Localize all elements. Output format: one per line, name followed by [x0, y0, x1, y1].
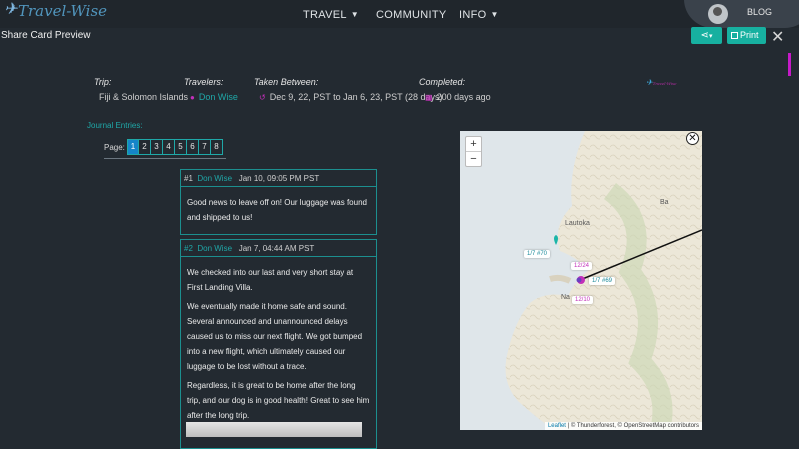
trip-label: Trip: [94, 77, 112, 87]
journal-entry: #1 Don Wise Jan 10, 09:05 PM PST Good ne… [180, 169, 377, 235]
nav-blog[interactable]: BLOG [747, 7, 772, 17]
entry-header: #1 Don Wise Jan 10, 09:05 PM PST [181, 170, 376, 187]
page-button[interactable]: 6 [187, 139, 199, 155]
plane-icon: ✈ [646, 78, 653, 87]
map-marker-label[interactable]: 12/24 [571, 262, 593, 270]
plane-icon: ✈ [4, 0, 18, 18]
pagination: 1 2 3 4 5 6 7 8 [127, 139, 223, 155]
user-icon: ● [190, 93, 195, 102]
map-marker-label[interactable]: 1/7 #69 [589, 277, 616, 285]
entry-body: We checked into our last and very short … [187, 268, 370, 420]
leaflet-link[interactable]: Leaflet [548, 423, 566, 429]
place-label: Ba [660, 199, 669, 206]
modal-title: Share Card Preview [1, 30, 91, 41]
close-icon[interactable]: ✕ [771, 27, 784, 47]
page-button[interactable]: 3 [151, 139, 163, 155]
entry-author[interactable]: Don Wise [197, 244, 232, 253]
page-label: Page: [104, 143, 125, 152]
trip-value: Fiji & Solomon Islands [99, 92, 189, 102]
nav-info[interactable]: INFO ▼ [459, 9, 499, 21]
brand-logo[interactable]: ✈ Travel-Wise [4, 0, 107, 20]
entry-body: Good news to leave off on! Our luggage w… [187, 198, 367, 222]
zoom-out-button[interactable]: − [466, 152, 481, 167]
map-close-icon[interactable]: ✕ [686, 132, 699, 145]
travelers-label: Travelers: [184, 77, 224, 87]
completed-value: ▦ 200 days ago [425, 92, 491, 102]
entry-author[interactable]: Don Wise [197, 174, 232, 183]
avatar[interactable] [708, 4, 728, 24]
profile-area [684, 0, 799, 28]
place-label: Lautoka [565, 220, 590, 227]
page-button[interactable]: 2 [139, 139, 151, 155]
trip-map[interactable]: Lautoka Ba Na 1/7 #70 12/24 1/7 #69 12/1… [460, 131, 702, 430]
printer-icon [731, 32, 738, 39]
journal-entry: #2 Don Wise Jan 7, 04:44 AM PST We check… [180, 239, 377, 449]
between-value: ↺ Dec 9, 22, PST to Jan 6, 23, PST (28 da… [259, 92, 443, 102]
page-button[interactable]: 8 [211, 139, 223, 155]
caret-down-icon: ▾ [708, 33, 713, 40]
share-button[interactable]: ⋖▾ [691, 27, 722, 44]
traveler[interactable]: ● Don Wise [190, 92, 238, 102]
page-button[interactable]: 7 [199, 139, 211, 155]
history-icon: ↺ [259, 93, 266, 102]
chevron-down-icon: ▼ [490, 10, 499, 19]
between-label: Taken Between: [254, 77, 319, 87]
page-button[interactable]: 1 [127, 139, 139, 155]
entry-date: Jan 7, 04:44 AM PST [238, 244, 315, 253]
entry-date: Jan 10, 09:05 PM PST [238, 174, 320, 183]
journal-label: Journal Entries: [87, 121, 143, 130]
completed-label: Completed: [419, 77, 466, 87]
entry-header: #2 Don Wise Jan 7, 04:44 AM PST [181, 240, 376, 257]
page-button[interactable]: 5 [175, 139, 187, 155]
place-label: Na [561, 294, 570, 301]
entry-photo[interactable] [186, 422, 362, 437]
calendar-icon: ▦ [425, 93, 433, 102]
map-marker-label[interactable]: 12/10 [572, 296, 594, 304]
brand-logo-small: ✈Travel-Wise [646, 78, 677, 87]
map-attribution: Leaflet | © Thunderforest, © OpenStreetM… [544, 422, 702, 430]
scroll-indicator[interactable] [788, 53, 791, 76]
zoom-in-button[interactable]: + [466, 137, 481, 152]
chevron-down-icon: ▼ [350, 10, 359, 19]
divider [104, 158, 226, 159]
print-button[interactable]: Print [727, 27, 766, 44]
map-marker-label[interactable]: 1/7 #70 [524, 250, 551, 258]
map-zoom-control: + − [465, 136, 482, 167]
page-button[interactable]: 4 [163, 139, 175, 155]
share-icon: ⋖ [700, 30, 709, 41]
map-terrain [460, 131, 702, 430]
nav-travel[interactable]: TRAVEL ▼ [303, 9, 359, 21]
nav-community[interactable]: COMMUNITY [376, 9, 447, 21]
